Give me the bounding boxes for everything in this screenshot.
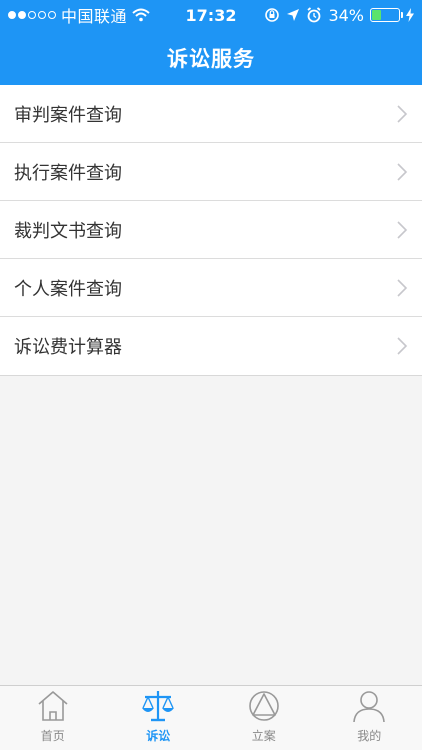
battery-fill — [372, 10, 381, 20]
status-right: 34% — [264, 0, 414, 30]
tab-label: 首页 — [40, 729, 65, 743]
page-title: 诉讼服务 — [167, 46, 255, 71]
tab-label: 我的 — [357, 729, 382, 743]
tab-mine[interactable]: 我的 — [317, 686, 422, 750]
triangle-circle-icon — [248, 691, 279, 721]
tab-litigation[interactable]: 诉讼 — [106, 686, 212, 750]
menu-item-label: 审判案件查询 — [14, 104, 122, 126]
app-screen: 中国联通 17:32 34% 诉讼服务 审判案件查询 执行案件查询 裁判文书查询… — [0, 0, 422, 750]
alarm-icon — [307, 7, 321, 23]
wifi-icon — [132, 8, 150, 22]
menu-list: 审判案件查询 执行案件查询 裁判文书查询 个人案件查询 诉讼费计算器 — [0, 85, 422, 376]
carrier-name: 中国联通 — [61, 7, 128, 26]
menu-item-judgment-document-query[interactable]: 裁判文书查询 — [0, 201, 422, 259]
scales-icon — [142, 691, 175, 722]
tab-case-filing[interactable]: 立案 — [211, 686, 317, 750]
user-icon — [353, 691, 386, 723]
status-left: 中国联通 — [8, 3, 168, 27]
menu-item-trial-case-query[interactable]: 审判案件查询 — [0, 85, 422, 143]
battery-icon — [370, 8, 403, 22]
chevron-right-icon — [397, 337, 408, 355]
menu-item-personal-case-query[interactable]: 个人案件查询 — [0, 259, 422, 317]
header: 中国联通 17:32 34% 诉讼服务 — [0, 0, 422, 85]
chevron-right-icon — [397, 162, 408, 181]
chevron-right-icon — [397, 104, 408, 123]
tab-label: 立案 — [251, 729, 276, 743]
menu-item-label: 执行案件查询 — [14, 162, 122, 184]
location-arrow-icon — [287, 9, 300, 21]
rotation-lock-icon — [265, 8, 280, 22]
signal-strength-icon — [8, 11, 56, 19]
chevron-right-icon — [397, 220, 408, 239]
menu-item-label: 诉讼费计算器 — [14, 337, 122, 358]
menu-item-execution-case-query[interactable]: 执行案件查询 — [0, 143, 422, 201]
charging-bolt-icon — [406, 8, 414, 22]
menu-item-label: 个人案件查询 — [14, 278, 122, 300]
menu-item-label: 裁判文书查询 — [14, 220, 122, 242]
chevron-right-icon — [397, 278, 408, 297]
tab-home[interactable]: 首页 — [0, 686, 106, 750]
battery-percent: 34% — [328, 5, 364, 25]
tab-bar: 首页 诉讼 立案 我的 — [0, 685, 422, 750]
status-bar: 中国联通 17:32 34% — [0, 0, 422, 30]
home-icon — [38, 691, 68, 721]
menu-item-litigation-fee-calculator[interactable]: 诉讼费计算器 — [0, 317, 422, 375]
tab-label: 诉讼 — [146, 729, 171, 743]
